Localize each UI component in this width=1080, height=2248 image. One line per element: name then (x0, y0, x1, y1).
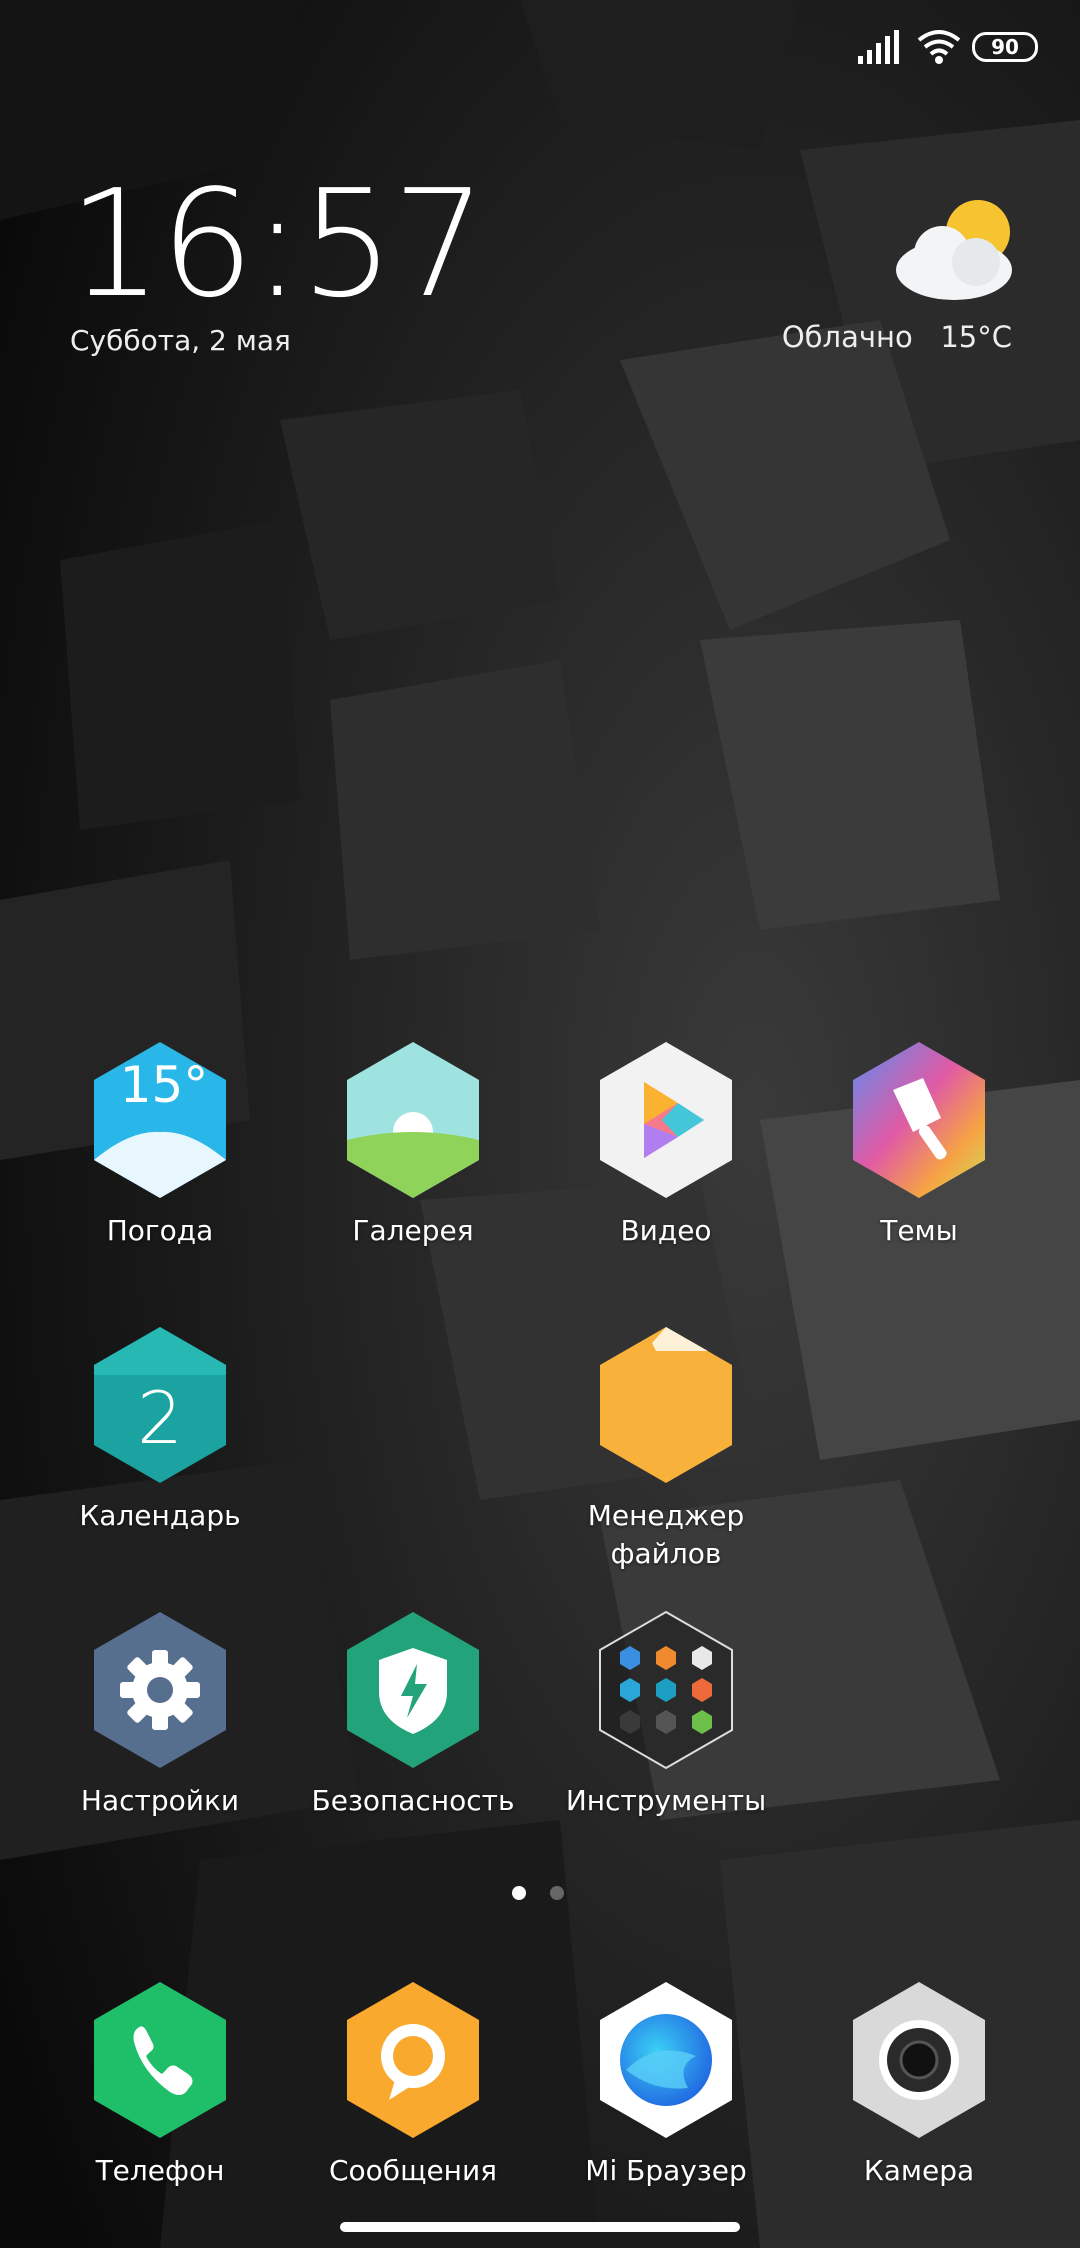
dock-messages[interactable]: Сообщения (288, 1980, 538, 2190)
signal-icon (858, 30, 899, 64)
app-weather[interactable]: 15° Погода (35, 1040, 285, 1250)
wifi-icon (917, 30, 961, 64)
weather-condition: Облачно (781, 320, 913, 354)
home-indicator[interactable] (340, 2222, 740, 2232)
tools-folder-icon (599, 1610, 733, 1770)
app-security[interactable]: Безопасность (288, 1610, 538, 1820)
gallery-icon (347, 1042, 479, 1198)
weather-app-temp: 15° (120, 1056, 209, 1114)
app-calendar[interactable]: 2 Календарь (35, 1325, 285, 1535)
camera-icon (853, 1982, 985, 2138)
phone-icon (94, 1982, 226, 2138)
app-label: Настройки (80, 1784, 240, 1817)
page-dot-active[interactable] (512, 1886, 526, 1900)
app-label: Погода (106, 1214, 214, 1247)
dock-phone[interactable]: Телефон (35, 1980, 285, 2190)
dock-browser[interactable]: Mi Браузер (541, 1980, 791, 2190)
app-label: Менеджер файлов (587, 1499, 745, 1570)
app-label: Телефон (95, 2154, 225, 2187)
app-label: Видео (620, 1214, 712, 1247)
partly-cloudy-icon[interactable] (892, 196, 1020, 300)
status-bar: 90 (0, 0, 1080, 90)
settings-icon (94, 1612, 226, 1768)
app-label: Календарь (79, 1499, 241, 1532)
video-icon (600, 1042, 732, 1198)
app-label: Темы (880, 1214, 958, 1247)
dock-camera[interactable]: Камера (794, 1980, 1044, 2190)
folder-tools[interactable]: Инструменты (541, 1610, 791, 1820)
battery-level: 90 (991, 35, 1019, 59)
app-settings[interactable]: Настройки (35, 1610, 285, 1820)
app-label: Инструменты (565, 1784, 767, 1817)
app-gallery[interactable]: Галерея (288, 1040, 538, 1250)
browser-icon (600, 1982, 732, 2138)
app-label: Безопасность (311, 1784, 515, 1817)
page-dot[interactable] (550, 1886, 564, 1900)
app-label: Mi Браузер (585, 2154, 747, 2187)
app-label: Сообщения (328, 2154, 498, 2187)
app-file-manager[interactable]: Менеджер файлов (541, 1325, 791, 1573)
battery-icon: 90 (972, 32, 1038, 62)
clock-time[interactable]: 16:57 (68, 170, 487, 318)
messages-icon (347, 1982, 479, 2138)
clock-date[interactable]: Суббота, 2 мая (70, 324, 291, 357)
weather-temperature: 15°C (940, 320, 1012, 354)
page-indicator[interactable] (512, 1886, 572, 1902)
app-themes[interactable]: Темы (794, 1040, 1044, 1250)
weather-app-icon: 15° (94, 1042, 226, 1198)
app-label: Камера (863, 2154, 975, 2187)
themes-icon (853, 1042, 985, 1198)
app-video[interactable]: Видео (541, 1040, 791, 1250)
security-icon (347, 1612, 479, 1768)
calendar-day: 2 (137, 1376, 183, 1460)
app-label: Галерея (352, 1214, 474, 1247)
file-manager-icon (600, 1327, 732, 1483)
calendar-icon: 2 (94, 1327, 226, 1483)
weather-summary[interactable]: Облачно 15°C (782, 320, 1012, 354)
